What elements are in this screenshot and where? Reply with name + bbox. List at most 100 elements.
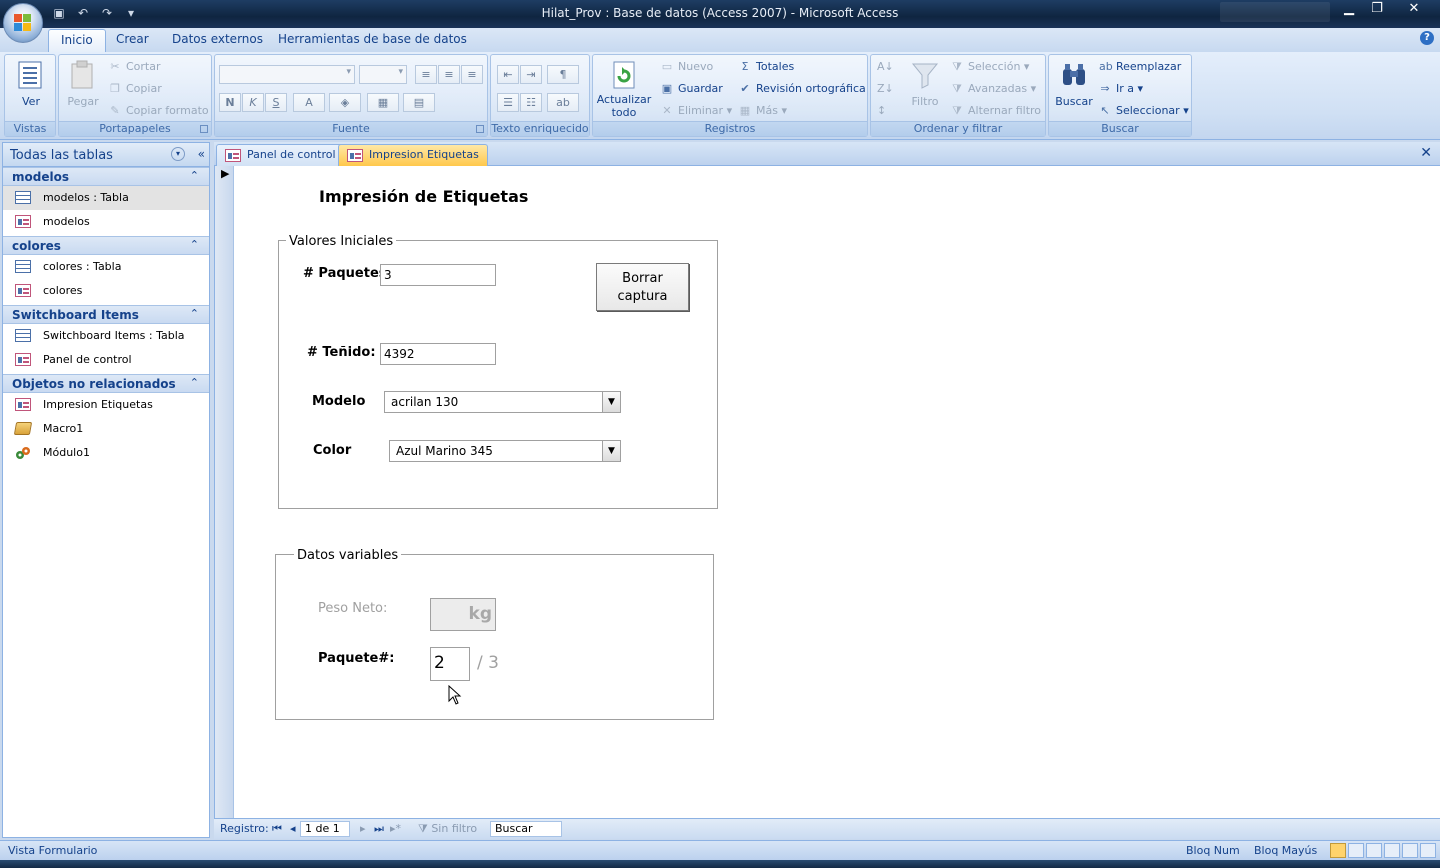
clear-sort-icon[interactable]: ↕ (877, 104, 886, 117)
tab-crear[interactable]: Crear (116, 32, 149, 46)
nav-group-header[interactable]: colores ⌃ (3, 236, 209, 255)
next-record-icon[interactable]: ▸ (360, 822, 366, 835)
align-left-icon[interactable]: ≡ (415, 65, 437, 84)
eliminar-button[interactable]: ✕ Eliminar ▾ (661, 104, 732, 117)
pegar-button[interactable]: Pegar (63, 59, 103, 108)
record-selector[interactable]: ▶ (215, 166, 234, 818)
align-right-icon[interactable]: ≡ (461, 65, 483, 84)
highlight-icon[interactable]: ab (547, 93, 579, 112)
nav-group-header[interactable]: Objetos no relacionados ⌃ (3, 374, 209, 393)
totales-button[interactable]: Σ Totales (739, 60, 795, 73)
datasheet-view-icon[interactable] (1348, 843, 1364, 858)
paquetes-input[interactable]: 3 (380, 264, 496, 286)
italic-button[interactable]: K (242, 93, 264, 112)
shutter-bar-icon[interactable]: « (198, 147, 205, 161)
maximize-button[interactable]: ❐ (1364, 1, 1390, 19)
nav-item[interactable]: colores : Tabla (3, 255, 209, 279)
color-dropdown-icon[interactable]: ▼ (602, 441, 620, 461)
nav-header[interactable]: Todas las tablas ▾ « (3, 143, 209, 167)
actualizar-todo-button[interactable]: Actualizar todo (595, 59, 653, 119)
font-size-combo[interactable] (359, 65, 407, 84)
nav-item[interactable]: Panel de control (3, 348, 209, 372)
mas-button[interactable]: ▦ Más ▾ (739, 104, 787, 117)
cortar-button[interactable]: ✂ Cortar (109, 60, 160, 73)
minimize-button[interactable]: ▁ (1336, 1, 1362, 19)
font-name-combo[interactable] (219, 65, 355, 84)
nav-item[interactable]: colores (3, 279, 209, 303)
fill-color-icon[interactable]: ◈ (329, 93, 361, 112)
ver-button[interactable]: Ver (9, 59, 53, 108)
help-icon[interactable]: ? (1420, 31, 1434, 45)
new-record-nav-icon[interactable]: ▸* (390, 822, 401, 835)
paquete-num-input[interactable]: 2 (430, 647, 470, 681)
pivot-table-icon[interactable] (1366, 843, 1382, 858)
nav-item[interactable]: Módulo1 (3, 441, 209, 465)
nuevo-button[interactable]: ▭ Nuevo (661, 60, 713, 73)
nav-group-header[interactable]: modelos ⌃ (3, 167, 209, 186)
nav-item[interactable]: modelos (3, 210, 209, 234)
nav-group-header[interactable]: Switchboard Items ⌃ (3, 305, 209, 324)
collapse-chevron-icon[interactable]: ⌃ (190, 376, 199, 389)
decrease-indent-icon[interactable]: ⇤ (497, 65, 519, 84)
seleccionar-button[interactable]: ↖ Seleccionar ▾ (1099, 104, 1188, 117)
first-record-icon[interactable]: ⏮ (272, 822, 282, 836)
last-record-icon[interactable]: ⏭ (374, 822, 384, 836)
portapapeles-launcher-icon[interactable] (200, 125, 208, 133)
close-document-icon[interactable]: ✕ (1420, 145, 1432, 161)
borrar-captura-button[interactable]: Borrar captura (596, 263, 689, 311)
collapse-chevron-icon[interactable]: ⌃ (190, 307, 199, 320)
collapse-chevron-icon[interactable]: ⌃ (190, 238, 199, 251)
sort-asc-icon[interactable]: A↓ (877, 60, 894, 73)
revision-button[interactable]: ✔ Revisión ortográfica (739, 82, 865, 95)
tab-datos-externos[interactable]: Datos externos (172, 32, 263, 46)
bulleted-list-icon[interactable]: ☷ (520, 93, 542, 112)
numbered-list-icon[interactable]: ☰ (497, 93, 519, 112)
alternar-filtro-button[interactable]: ⧩ Alternar filtro (951, 104, 1041, 118)
nav-item[interactable]: Macro1 (3, 417, 209, 441)
buscar-button[interactable]: Buscar (1053, 59, 1095, 108)
tab-herramientas[interactable]: Herramientas de base de datos (278, 32, 467, 46)
close-button[interactable]: ✕ (1392, 1, 1436, 19)
align-center-icon[interactable]: ≡ (438, 65, 460, 84)
underline-button[interactable]: S (265, 93, 287, 112)
fuente-launcher-icon[interactable] (476, 125, 484, 133)
layout-view-icon[interactable] (1402, 843, 1418, 858)
filtro-button[interactable]: Filtro (905, 59, 945, 108)
font-color-button[interactable]: A (293, 93, 325, 112)
design-view-icon[interactable] (1420, 843, 1436, 858)
nav-dropdown-icon[interactable]: ▾ (171, 147, 185, 161)
alt-fill-icon[interactable]: ▤ (403, 93, 435, 112)
increase-indent-icon[interactable]: ⇥ (520, 65, 542, 84)
peso-neto-input[interactable]: kg (430, 598, 496, 631)
doc-tab-panel-de-control[interactable]: Panel de control (216, 144, 345, 166)
seleccion-button[interactable]: ⧩ Selección ▾ (951, 60, 1029, 74)
ir-a-button[interactable]: ⇒ Ir a ▾ (1099, 82, 1143, 95)
paragraph-direction-icon[interactable]: ¶ (547, 65, 579, 84)
copiar-button[interactable]: ❐ Copiar (109, 82, 162, 95)
copiar-formato-button[interactable]: ✎ Copiar formato (109, 104, 208, 117)
reemplazar-button[interactable]: ab Reemplazar (1099, 60, 1181, 73)
prev-record-icon[interactable]: ◂ (290, 822, 296, 835)
avanzadas-button[interactable]: ⧩ Avanzadas ▾ (951, 82, 1036, 96)
nav-item[interactable]: Impresion Etiquetas (3, 393, 209, 417)
form-view-icon[interactable] (1330, 843, 1346, 858)
modelo-combo[interactable]: acrilan 130 ▼ (384, 391, 621, 413)
record-position[interactable]: 1 de 1 (300, 821, 350, 837)
modelo-dropdown-icon[interactable]: ▼ (602, 392, 620, 412)
nav-item[interactable]: modelos : Tabla (3, 186, 209, 210)
collapse-chevron-icon[interactable]: ⌃ (190, 169, 199, 182)
no-filter-button[interactable]: ⧩ Sin filtro (418, 822, 477, 836)
guardar-button[interactable]: ▣ Guardar (661, 82, 723, 95)
tab-inicio[interactable]: Inicio (48, 29, 106, 53)
sort-desc-icon[interactable]: Z↓ (877, 82, 894, 95)
group-label-ordenar: Ordenar y filtrar (871, 121, 1045, 136)
office-button[interactable] (3, 3, 43, 43)
color-combo[interactable]: Azul Marino 345 ▼ (389, 440, 621, 462)
gridlines-icon[interactable]: ▦ (367, 93, 399, 112)
pivot-chart-icon[interactable] (1384, 843, 1400, 858)
bold-button[interactable]: N (219, 93, 241, 112)
record-search-input[interactable]: Buscar (490, 821, 562, 837)
tenido-input[interactable]: 4392 (380, 343, 496, 365)
nav-item[interactable]: Switchboard Items : Tabla (3, 324, 209, 348)
doc-tab-impresion-etiquetas[interactable]: Impresion Etiquetas (338, 144, 488, 166)
